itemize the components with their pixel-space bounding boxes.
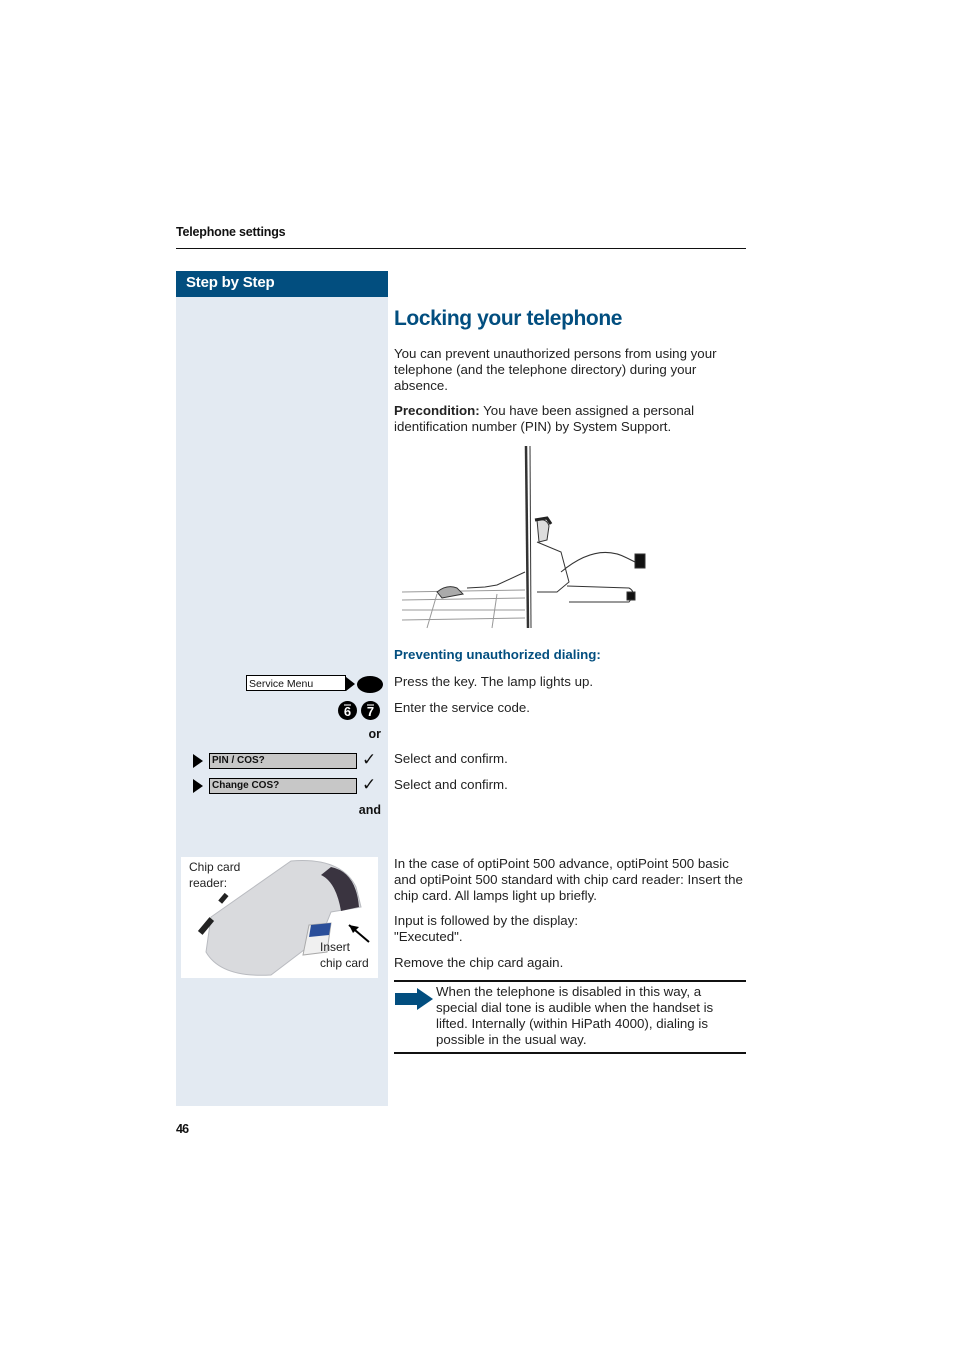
chip-card-instruction: In the case of optiPoint 500 advance, op… xyxy=(394,856,743,903)
enter-code-instruction: Enter the service code. xyxy=(394,700,530,715)
display-info-line2: "Executed". xyxy=(394,929,463,944)
chip-card-reader-label: Chip card reader: xyxy=(189,860,240,891)
select-arrow-icon xyxy=(193,779,203,793)
page-number: 46 xyxy=(176,1122,189,1136)
and-connector: and xyxy=(358,803,381,817)
select-arrow-icon xyxy=(193,754,203,768)
note-arrow-icon xyxy=(395,988,433,1010)
chip-card-label-line1: Chip card xyxy=(189,860,241,874)
step-by-step-sidebar xyxy=(176,297,388,1106)
note-bottom-rule xyxy=(394,1052,746,1054)
subheading-preventing-dialing: Preventing unauthorized dialing: xyxy=(394,647,601,662)
precondition-label: Precondition: xyxy=(394,403,480,418)
illustration-person-reaching-phone xyxy=(401,445,646,629)
or-connector: or xyxy=(368,727,382,741)
key-pointer-icon xyxy=(346,677,355,691)
display-info: Input is followed by the display: "Execu… xyxy=(394,913,748,945)
insert-label-line2: chip card xyxy=(320,955,369,970)
insert-chip-card-label: Insert chip card xyxy=(320,940,369,971)
press-key-instruction: Press the key. The lamp lights up. xyxy=(394,674,594,689)
digit-key-6[interactable]: 6 xyxy=(338,701,357,720)
menu-item-action: Select and confirm. xyxy=(394,777,508,792)
note-text: When the telephone is disabled in this w… xyxy=(436,984,714,1047)
page-title: Locking your telephone xyxy=(394,307,623,330)
step-by-step-header: Step by Step xyxy=(176,271,388,297)
service-menu-key[interactable]: Service Menu xyxy=(246,675,346,691)
insert-label-line1: Insert xyxy=(320,940,351,954)
menu-item-pin-cos[interactable]: PIN / COS? xyxy=(209,753,357,769)
remove-card-instruction: Remove the chip card again. xyxy=(394,955,564,970)
section-header: Telephone settings xyxy=(176,225,286,239)
lamp-icon xyxy=(357,676,383,693)
header-divider xyxy=(176,248,746,249)
display-info-line1: Input is followed by the display: xyxy=(394,913,579,928)
intro-paragraph: You can prevent unauthorized persons fro… xyxy=(394,346,717,393)
menu-item-action: Select and confirm. xyxy=(394,751,508,766)
confirm-check-icon[interactable]: ✓ xyxy=(362,775,376,795)
chip-card-reader-panel: Chip card reader: Insert chip card xyxy=(181,857,378,978)
precondition-paragraph: Precondition: You have been assigned a p… xyxy=(394,403,748,435)
menu-item-change-cos[interactable]: Change COS? xyxy=(209,778,357,794)
digit-key-7[interactable]: 7 xyxy=(361,701,380,720)
chip-card-label-line2: reader: xyxy=(189,875,228,890)
note-top-rule xyxy=(394,980,746,982)
confirm-check-icon[interactable]: ✓ xyxy=(362,750,376,770)
